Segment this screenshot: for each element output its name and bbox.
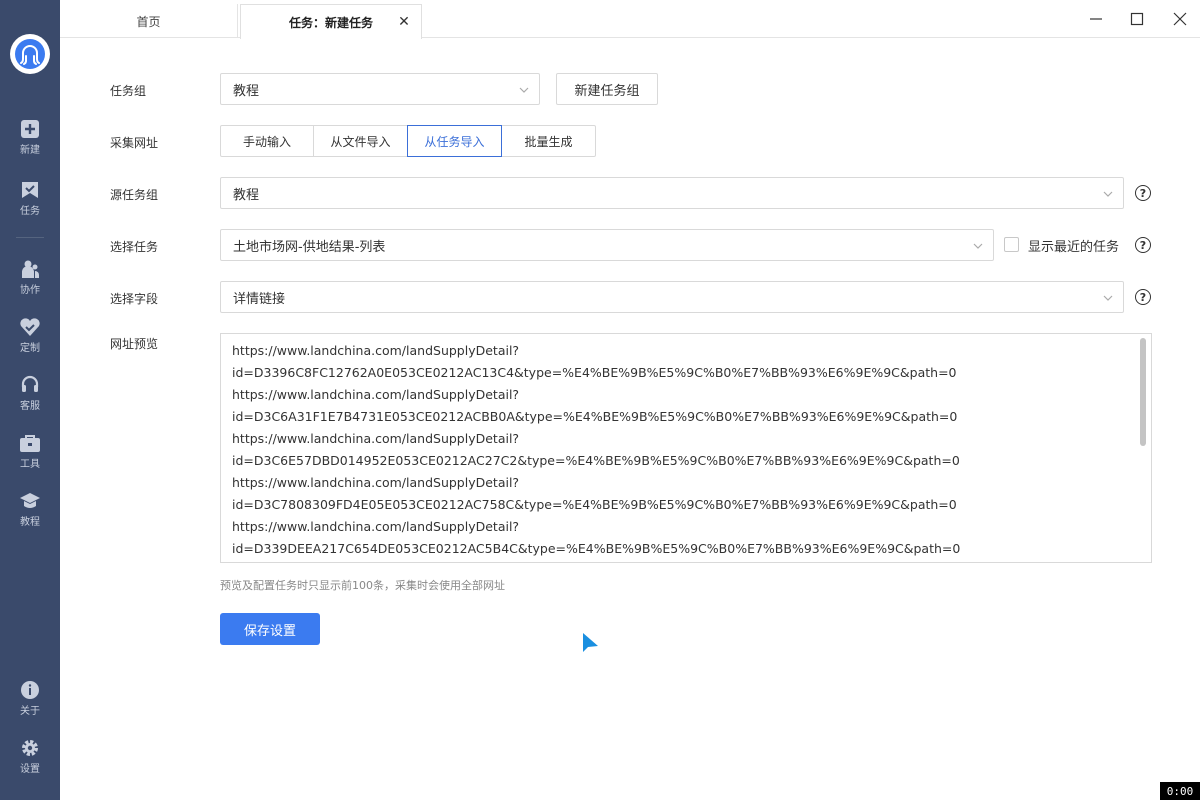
nav-custom-label: 定制 [20, 343, 40, 354]
url-line: https://www.landchina.com/landSupplyDeta… [232, 519, 520, 534]
nav-tutorial-label: 教程 [20, 517, 40, 528]
url-preview-box[interactable]: https://www.landchina.com/landSupplyDeta… [220, 333, 1152, 563]
help-icon[interactable]: ? [1135, 185, 1151, 201]
task-flag-icon [19, 179, 41, 201]
sidebar: 新建 任务 协作 定制 客服 工具 教程 关于 设置 [0, 0, 60, 800]
nav-divider [16, 237, 44, 238]
window-close-button[interactable] [1166, 6, 1194, 32]
octopus-logo-icon [15, 39, 45, 69]
nav-tools[interactable]: 工具 [0, 428, 60, 478]
url-line: https://www.landchina.com/landSupplyDeta… [232, 475, 520, 490]
plus-square-icon [19, 118, 41, 140]
minimize-icon [1090, 18, 1102, 20]
nav-support-label: 客服 [20, 401, 40, 412]
nav-new-label: 新建 [20, 145, 40, 156]
nav-task-label: 任务 [20, 206, 40, 217]
heart-check-icon [19, 316, 41, 338]
new-task-group-button[interactable]: 新建任务组 [556, 73, 658, 105]
nav-tools-label: 工具 [20, 459, 40, 470]
url-line: https://www.landchina.com/landSupplyDeta… [232, 431, 520, 446]
source-group-label: 源任务组 [110, 188, 159, 202]
nav-new[interactable]: 新建 [0, 114, 60, 164]
nav-collaborate[interactable]: 协作 [0, 254, 60, 304]
url-line: id=D3C6E57DBD014952E053CE0212AC27C2&type… [232, 453, 960, 468]
tab-bar: 首页 任务：新建任务 ✕ [60, 0, 1200, 39]
tab-new-task-label: 任务：新建任务 [288, 15, 373, 30]
nav-tutorial[interactable]: 教程 [0, 486, 60, 536]
url-line: https://www.landchina.com/landSupplyDeta… [232, 343, 520, 358]
select-field-label: 选择字段 [110, 292, 159, 306]
nav-settings[interactable]: 设置 [0, 733, 60, 783]
select-field-select[interactable]: 详情链接 [220, 281, 1124, 313]
select-task-select[interactable]: 土地市场网-供地结果-列表 [220, 229, 994, 261]
tab-home-label: 首页 [136, 14, 161, 29]
help-icon[interactable]: ? [1135, 289, 1151, 305]
tab-close-icon[interactable]: ✕ [397, 15, 411, 29]
task-group-label: 任务组 [110, 84, 147, 98]
url-line: id=D3396C8FC12762A0E053CE0212AC13C4&type… [232, 365, 957, 380]
tab-home[interactable]: 首页 [60, 4, 238, 38]
preview-scrollbar[interactable] [1140, 338, 1146, 446]
url-preview-label: 网址预览 [110, 337, 159, 351]
select-task-value: 土地市场网-供地结果-列表 [233, 239, 386, 255]
gear-icon [19, 737, 41, 759]
nav-settings-label: 设置 [20, 764, 40, 775]
maximize-icon [1130, 12, 1144, 26]
segment-batch-generate[interactable]: 批量生成 [501, 125, 596, 157]
select-task-label: 选择任务 [110, 240, 159, 254]
nav-collaborate-label: 协作 [20, 285, 40, 296]
nav-support[interactable]: 客服 [0, 370, 60, 420]
mouse-cursor-icon [583, 633, 598, 652]
help-icon[interactable]: ? [1135, 237, 1151, 253]
source-group-value: 教程 [233, 187, 260, 203]
source-group-select[interactable]: 教程 [220, 177, 1124, 209]
task-group-value: 教程 [233, 83, 260, 99]
maximize-button[interactable] [1123, 6, 1151, 32]
headset-icon [19, 374, 41, 396]
show-recent-checkbox[interactable] [1004, 237, 1019, 252]
window-close-icon [1173, 12, 1187, 26]
select-field-value: 详情链接 [233, 291, 286, 307]
task-group-select[interactable]: 教程 [220, 73, 540, 105]
chevron-down-icon [1103, 191, 1113, 197]
url-line: id=D339DEEA217C654DE053CE0212AC5B4C&type… [232, 541, 961, 556]
show-recent-label[interactable]: 显示最近的任务 [1028, 236, 1119, 255]
segment-import-file[interactable]: 从文件导入 [313, 125, 408, 157]
chevron-down-icon [1103, 295, 1113, 301]
nav-about-label: 关于 [20, 706, 40, 717]
collect-url-label: 采集网址 [110, 136, 159, 150]
chevron-down-icon [973, 243, 983, 249]
minimize-button[interactable] [1082, 6, 1110, 32]
segment-import-task[interactable]: 从任务导入 [407, 125, 502, 157]
segment-manual-input[interactable]: 手动输入 [220, 125, 314, 157]
graduation-cap-icon [19, 490, 41, 512]
tab-new-task[interactable]: 任务：新建任务 ✕ [240, 4, 422, 39]
toolbox-icon [19, 432, 41, 454]
app-logo [10, 34, 50, 74]
collaborate-icon [19, 258, 41, 280]
save-settings-button[interactable]: 保存设置 [220, 613, 320, 645]
preview-hint: 预览及配置任务时只显示前100条，采集时会使用全部网址 [220, 579, 505, 592]
nav-custom[interactable]: 定制 [0, 312, 60, 362]
nav-about[interactable]: 关于 [0, 675, 60, 725]
clock-badge: 0:00 [1160, 782, 1200, 800]
url-line: id=D3C7808309FD4E05E053CE0212AC758C&type… [232, 497, 957, 512]
url-line: id=D3C6A31F1E7B4731E053CE0212ACBB0A&type… [232, 409, 958, 424]
nav-task[interactable]: 任务 [0, 175, 60, 225]
info-icon [19, 679, 41, 701]
url-line: https://www.landchina.com/landSupplyDeta… [232, 387, 520, 402]
chevron-down-icon [519, 87, 529, 93]
